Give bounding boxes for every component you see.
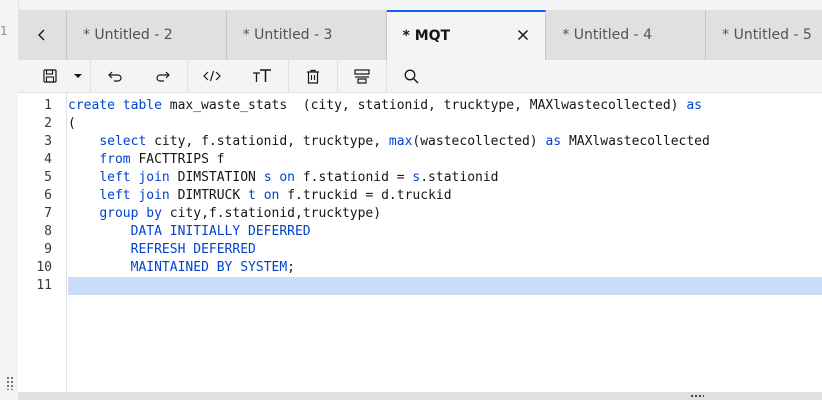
format-code-button[interactable] [188,60,236,92]
chevron-down-icon [74,74,82,78]
code-line[interactable]: left join DIMTRUCK t on f.truckid = d.tr… [68,187,822,205]
line-number: 1 [44,98,52,113]
line-number: 10 [36,260,52,275]
line-number: 2 [44,116,52,131]
tab-untitled-5[interactable]: * Untitled - 5 [706,10,822,60]
sql-keyword: from [99,152,131,167]
sql-keyword: select [99,134,147,149]
current-code-line[interactable] [68,277,822,295]
line-number: 4 [44,152,52,167]
resize-handle-icon[interactable] [690,394,704,398]
sql-keyword: as [686,98,702,113]
close-tab-button[interactable] [515,27,531,43]
tab-scroll-left-button[interactable] [18,10,67,60]
code-line[interactable]: REFRESH DEFERRED [68,241,822,259]
redo-icon [156,71,170,82]
sql-keyword: MAINTAINED BY SYSTEM [130,260,288,275]
chevron-left-icon [37,29,45,41]
code-line[interactable]: ( [68,115,822,133]
line-number: 9 [44,242,52,257]
sql-editor[interactable]: 1 2 3 4 5 6 7 8 9 10 11 create table max_waste_sta… [18,92,822,393]
close-icon [518,29,529,41]
layout-button[interactable] [338,60,386,92]
redo-button[interactable] [139,60,187,92]
code-text: DIMSTATION [177,170,264,185]
code-text: FACTTRIPS f [138,152,225,167]
code-text: max_waste_stats (city, stationid, truckt… [169,98,687,113]
undo-button[interactable] [91,60,139,92]
code-line[interactable]: DATA INITIALLY DEFERRED [68,223,822,241]
code-line[interactable]: select city, f.stationid, trucktype, max… [68,133,822,151]
sql-keyword: as [545,134,562,149]
line-number: 7 [44,206,52,221]
code-format-icon [203,70,221,82]
sql-keyword: s on [263,170,295,185]
sql-keyword: max [388,134,413,149]
drag-handle-icon[interactable] [6,376,14,390]
code-text: (wastecollected) [412,134,546,149]
code-line[interactable]: from FACTTRIPS f [68,151,822,169]
text-size-button[interactable] [236,60,288,92]
code-line[interactable]: MAINTAINED BY SYSTEM; [68,259,822,277]
line-number: 8 [44,224,52,239]
code-text: .stationid [420,170,499,185]
trash-icon [307,69,319,84]
tab-label: * Untitled - 5 [722,27,812,43]
resize-bar[interactable] [18,392,822,400]
code-line[interactable]: create table max_waste_stats (city, stat… [68,97,822,115]
sql-keyword: group by [99,206,162,221]
line-number: 11 [36,278,52,293]
save-button[interactable] [34,60,66,92]
left-rail-fragment: 1 [0,24,8,38]
tab-label: * Untitled - 4 [562,27,653,43]
code-text: city, f.stationid, trucktype, [154,134,389,149]
sql-keyword: DATA INITIALLY DEFERRED [130,224,311,239]
code-text: city,f.stationid,trucktype) [169,206,382,221]
left-rail: 1 [0,0,19,400]
tab-mqt[interactable]: * MQT [386,10,547,60]
tab-label: * Untitled - 2 [82,27,173,43]
sql-keyword: REFRESH DEFERRED [130,242,256,257]
sql-keyword: t on [248,188,280,203]
code-text: DIMTRUCK [177,188,249,203]
line-number: 5 [44,170,52,185]
line-number-gutter: 1 2 3 4 5 6 7 8 9 10 11 [18,93,67,393]
layout-icon [354,68,370,84]
line-number: 3 [44,134,52,149]
tab-label: * MQT [402,28,451,44]
search-icon [404,69,418,83]
sql-keyword: left join [99,188,170,203]
editor-toolbar [18,60,822,92]
tab-untitled-2[interactable]: * Untitled - 2 [67,10,227,60]
undo-icon [108,71,122,82]
tab-untitled-3[interactable]: * Untitled - 3 [227,10,387,60]
tab-bar: * Untitled - 2 * Untitled - 3 * MQT * Un… [18,10,822,61]
save-options-dropdown[interactable] [66,60,90,92]
code-text: f.truckid = d.truckid [287,188,452,203]
tab-untitled-4[interactable]: * Untitled - 4 [546,10,707,60]
search-button[interactable] [387,60,435,92]
code-line[interactable]: left join DIMSTATION s on f.stationid = … [68,169,822,187]
text-size-icon [253,69,271,82]
code-text: ; [287,260,295,275]
code-text: f.stationid = [302,170,413,185]
sql-keyword: left join [99,170,170,185]
code-text: MAXlwastecollected [568,134,710,149]
code-text: ( [68,116,76,131]
save-icon [43,69,57,83]
code-line[interactable]: group by city,f.stationid,trucktype) [68,205,822,223]
delete-button[interactable] [289,60,337,92]
code-area[interactable]: create table max_waste_stats (city, stat… [67,93,822,393]
sql-keyword: create table [68,98,162,113]
tab-label: * Untitled - 3 [242,27,333,43]
line-number: 6 [44,188,52,203]
